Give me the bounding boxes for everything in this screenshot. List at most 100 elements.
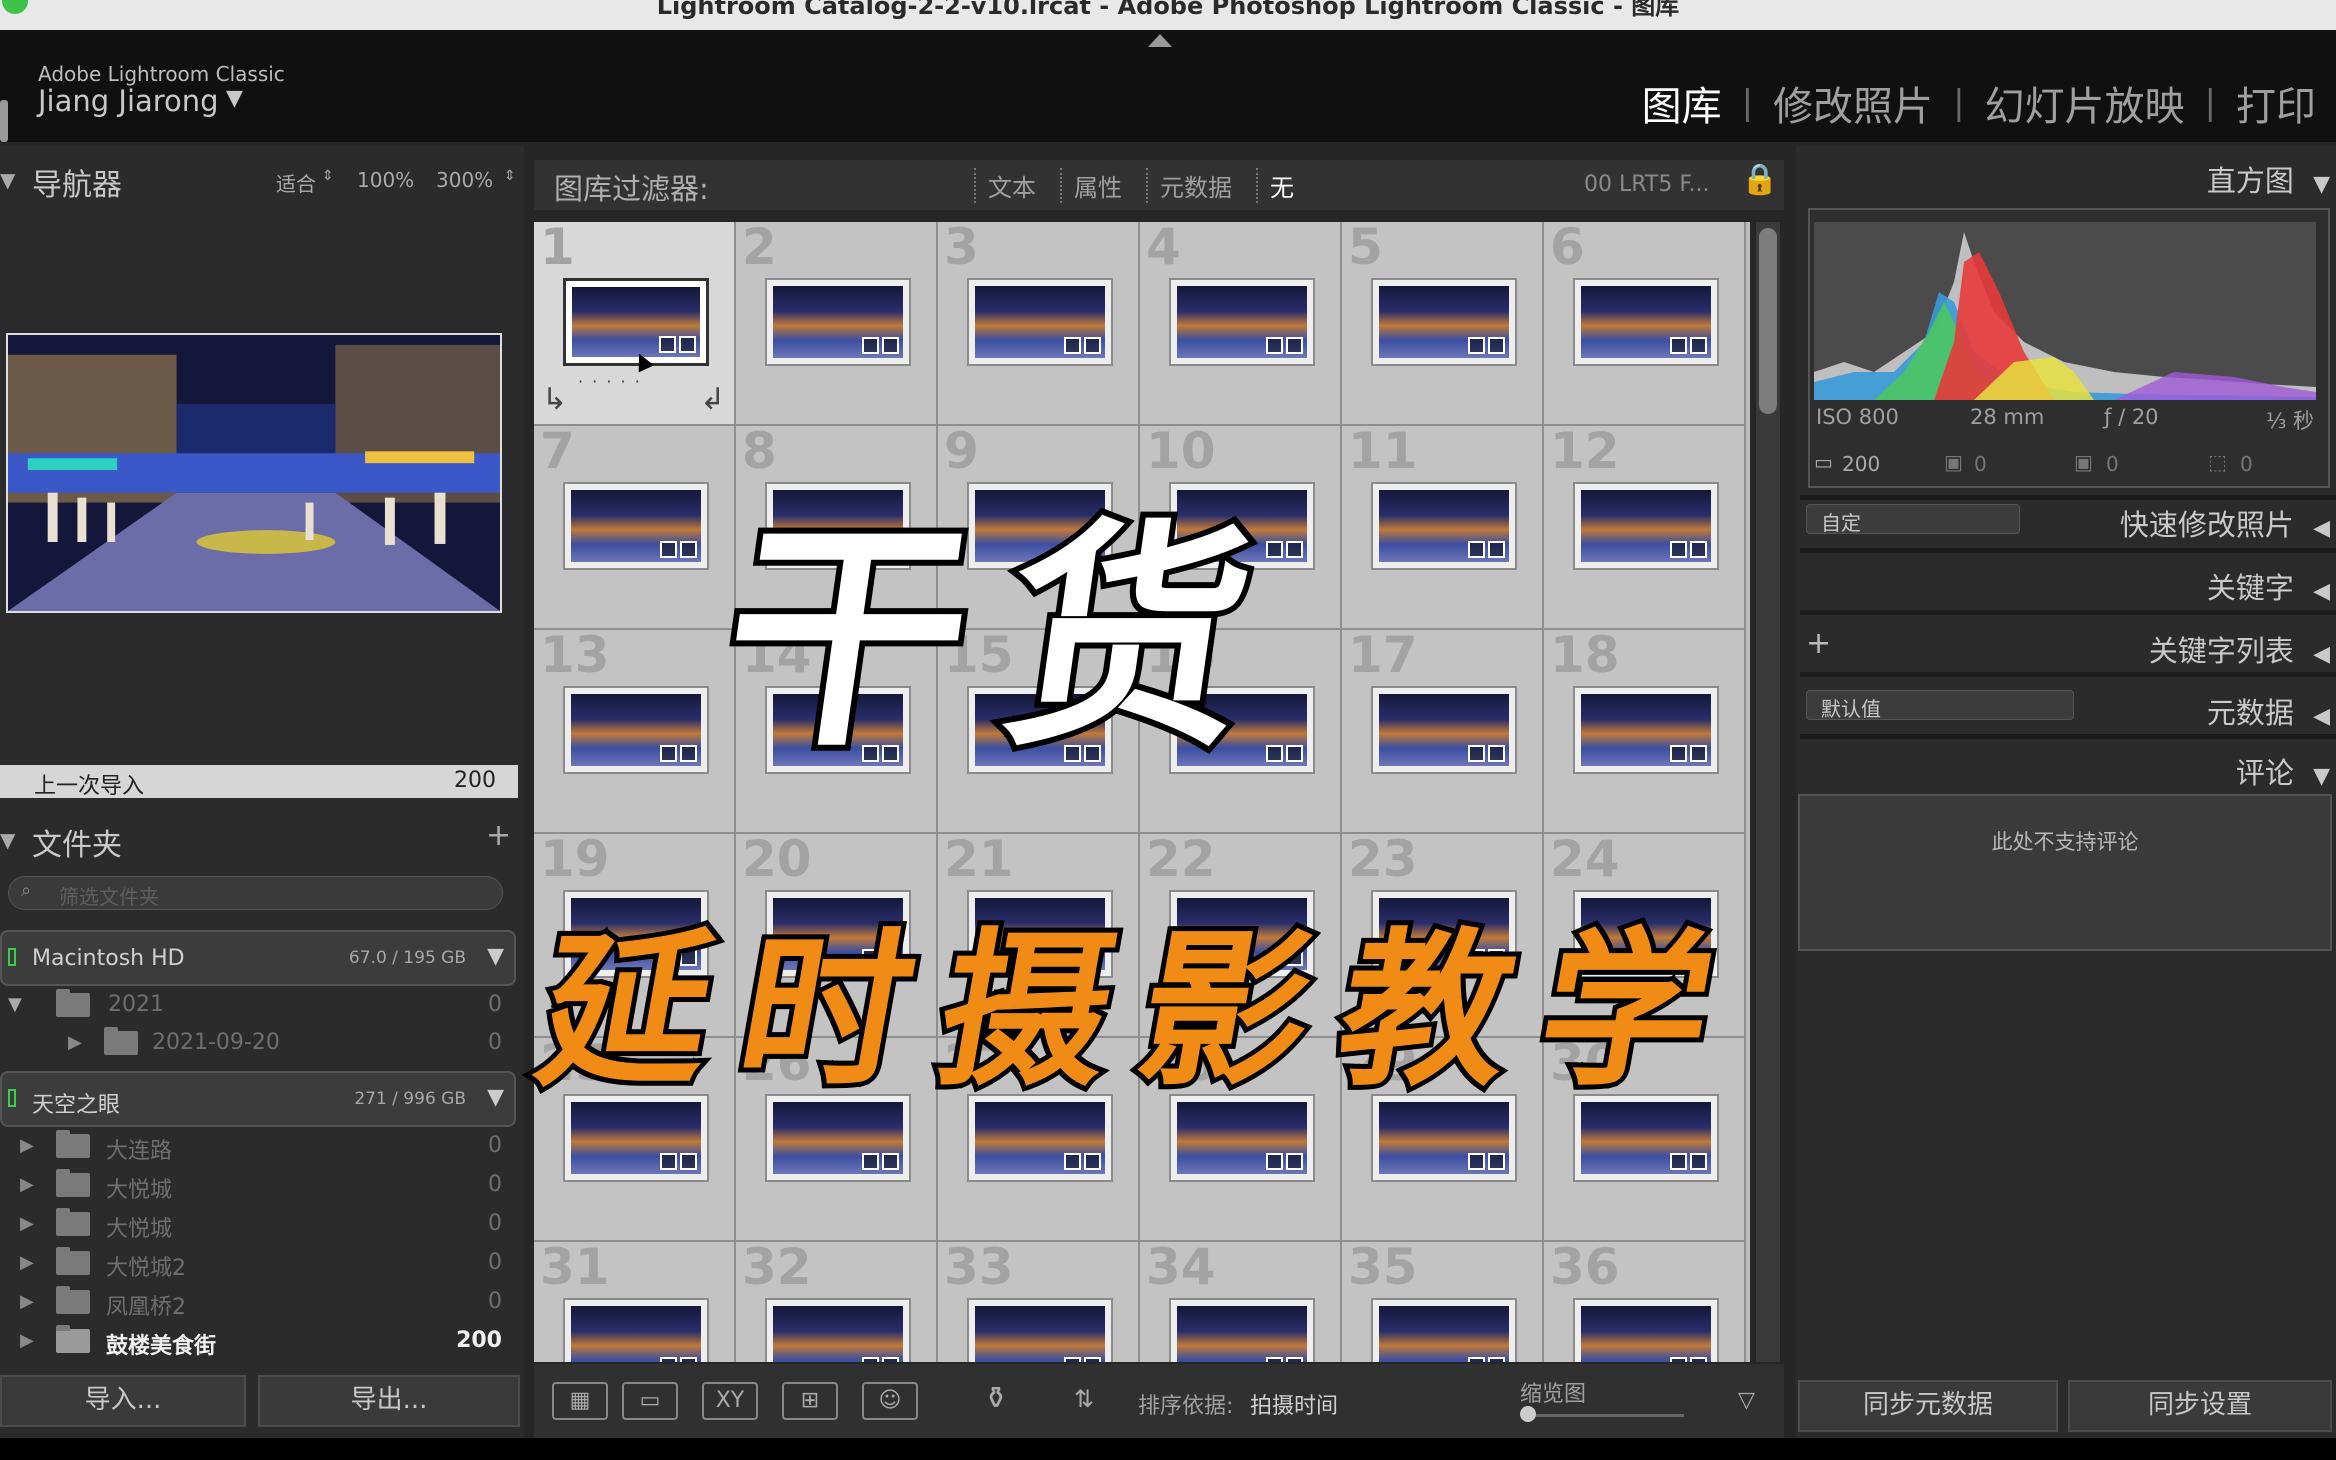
edited-badge-icon[interactable] bbox=[1084, 1153, 1101, 1170]
volume-macintosh-hd[interactable]: Macintosh HD 67.0 / 195 GB ▼ bbox=[0, 930, 516, 986]
photo-thumbnail[interactable] bbox=[765, 278, 911, 366]
chevron-down-icon[interactable]: ▽ bbox=[1738, 1388, 1755, 1413]
folder-row[interactable]: ▶ 凤凰桥2 0 bbox=[0, 1283, 516, 1321]
keyword-list-header[interactable]: 关键字列表 ◀ bbox=[2149, 628, 2330, 670]
rating-dots[interactable]: · · · · · bbox=[578, 372, 642, 391]
disclosure-triangle-icon[interactable]: ▶ bbox=[20, 1252, 34, 1273]
edited-badge-icon[interactable] bbox=[882, 337, 899, 354]
crop-badge-icon[interactable] bbox=[862, 1357, 879, 1362]
grid-cell[interactable]: 31 bbox=[534, 1242, 736, 1362]
metadata-preset-select[interactable]: 默认值 bbox=[1806, 690, 2074, 721]
rotate-left-icon[interactable]: ↳ bbox=[542, 382, 567, 417]
survey-view-icon[interactable]: ⊞ bbox=[782, 1382, 838, 1420]
filter-preset-select[interactable]: 00 LRT5 F... bbox=[1584, 172, 1709, 197]
disclosure-triangle-icon[interactable]: ▶ bbox=[20, 1291, 34, 1312]
loupe-view-icon[interactable]: ▭ bbox=[622, 1382, 678, 1420]
edited-badge-icon[interactable] bbox=[1286, 337, 1303, 354]
grid-cell[interactable]: 11 bbox=[1342, 426, 1544, 630]
disclosure-triangle-icon[interactable]: ▼ bbox=[8, 994, 22, 1015]
photo-thumbnail[interactable] bbox=[563, 1298, 709, 1362]
expand-triangle-icon[interactable]: ◀ bbox=[2313, 704, 2330, 729]
crop-badge-icon[interactable] bbox=[1064, 1357, 1081, 1362]
crop-badge-icon[interactable] bbox=[1670, 745, 1687, 762]
edited-badge-icon[interactable] bbox=[1488, 337, 1505, 354]
crop-badge-icon[interactable] bbox=[660, 1153, 677, 1170]
collapse-top-panel-icon[interactable] bbox=[1148, 34, 1172, 47]
filter-tab-none[interactable]: 无 bbox=[1256, 168, 1306, 203]
edited-badge-icon[interactable] bbox=[680, 745, 697, 762]
folder-row[interactable]: ▼ 2021 0 bbox=[0, 986, 516, 1024]
edited-badge-icon[interactable] bbox=[882, 1357, 899, 1362]
grid-cell[interactable]: 18 bbox=[1544, 630, 1746, 834]
module-slideshow[interactable]: 幻灯片放映 bbox=[1965, 74, 2205, 132]
zoom-fit[interactable]: 适合 bbox=[276, 168, 316, 197]
collapse-triangle-icon[interactable]: ▼ bbox=[2313, 764, 2330, 789]
thumbnail-size-slider[interactable] bbox=[1524, 1414, 1684, 1417]
histogram-chart[interactable] bbox=[1814, 222, 2316, 400]
disclosure-triangle-icon[interactable]: ▶ bbox=[68, 1032, 82, 1053]
photo-thumbnail[interactable] bbox=[967, 278, 1113, 366]
crop-badge-icon[interactable] bbox=[1670, 541, 1687, 558]
grid-cell[interactable]: 3 bbox=[938, 222, 1140, 426]
crop-badge-icon[interactable] bbox=[1064, 337, 1081, 354]
grid-cell[interactable]: 17 bbox=[1342, 630, 1544, 834]
chevron-down-icon[interactable]: ▼ bbox=[487, 944, 504, 969]
disclosure-triangle-icon[interactable]: ▶ bbox=[20, 1135, 34, 1156]
sort-direction-icon[interactable]: ⇅ bbox=[1056, 1382, 1112, 1420]
crop-badge-icon[interactable] bbox=[1670, 1153, 1687, 1170]
grid-cell[interactable]: 5 bbox=[1342, 222, 1544, 426]
crop-badge-icon[interactable] bbox=[1670, 337, 1687, 354]
filter-tab-attribute[interactable]: 属性 bbox=[1060, 168, 1134, 203]
folder-row[interactable]: ▶ 大悦城2 0 bbox=[0, 1244, 516, 1282]
sort-select[interactable]: 拍摄时间 bbox=[1250, 1388, 1338, 1420]
grid-cell[interactable]: 33 bbox=[938, 1242, 1140, 1362]
edited-badge-icon[interactable] bbox=[1690, 1357, 1707, 1362]
navigator-header[interactable]: ▼ 导航器 适合 ⇕ 100% 300% ⇕ bbox=[0, 160, 524, 203]
module-develop[interactable]: 修改照片 bbox=[1753, 74, 1953, 132]
crop-badge-icon[interactable] bbox=[862, 1153, 879, 1170]
zoom-100[interactable]: 100% bbox=[357, 168, 414, 192]
disclosure-triangle-icon[interactable]: ▶ bbox=[20, 1330, 34, 1351]
crop-badge-icon[interactable] bbox=[1468, 541, 1485, 558]
edited-badge-icon[interactable] bbox=[680, 1357, 697, 1362]
quick-develop-header[interactable]: 快速修改照片 ◀ bbox=[2120, 502, 2330, 544]
photo-thumbnail[interactable] bbox=[1573, 1298, 1719, 1362]
crop-badge-icon[interactable] bbox=[1064, 1153, 1081, 1170]
grid-cell[interactable]: 7 bbox=[534, 426, 736, 630]
keywords-header[interactable]: 关键字 ◀ bbox=[2207, 565, 2330, 607]
photo-thumbnail[interactable] bbox=[765, 1298, 911, 1362]
photo-thumbnail[interactable] bbox=[967, 1298, 1113, 1362]
grid-cell[interactable]: 12 bbox=[1544, 426, 1746, 630]
import-button[interactable]: 导入... bbox=[0, 1375, 246, 1427]
filter-tab-text[interactable]: 文本 bbox=[974, 168, 1048, 203]
edited-badge-icon[interactable] bbox=[680, 1153, 697, 1170]
grid-cell[interactable]: 36 bbox=[1544, 1242, 1746, 1362]
disclosure-triangle-icon[interactable]: ▶ bbox=[20, 1174, 34, 1195]
add-keyword-icon[interactable]: + bbox=[1806, 626, 1831, 661]
thumbnail-size-slider-knob[interactable] bbox=[1520, 1406, 1536, 1422]
expand-triangle-icon[interactable]: ◀ bbox=[2313, 516, 2330, 541]
compare-view-icon[interactable]: XY bbox=[702, 1382, 758, 1420]
grid-cell[interactable]: 1 · · · · · ↳ ↲ ▲ bbox=[534, 222, 736, 426]
grid-cell[interactable]: 13 bbox=[534, 630, 736, 834]
folders-header[interactable]: ▼ 文件夹 + bbox=[0, 818, 524, 863]
photo-thumbnail[interactable] bbox=[1573, 686, 1719, 774]
photo-thumbnail[interactable] bbox=[1371, 482, 1517, 570]
edited-badge-icon[interactable] bbox=[1084, 337, 1101, 354]
export-button[interactable]: 导出... bbox=[258, 1375, 520, 1427]
collapse-triangle-icon[interactable]: ▼ bbox=[0, 828, 15, 852]
photo-thumbnail[interactable] bbox=[1371, 278, 1517, 366]
edited-badge-icon[interactable] bbox=[1286, 745, 1303, 762]
crop-badge-icon[interactable] bbox=[660, 1357, 677, 1362]
grid-cell[interactable]: 2 bbox=[736, 222, 938, 426]
edited-badge-icon[interactable] bbox=[1286, 1153, 1303, 1170]
expand-triangle-icon[interactable]: ◀ bbox=[2313, 642, 2330, 667]
panel-toggle-icon[interactable] bbox=[0, 100, 8, 142]
photo-thumbnail[interactable] bbox=[1573, 482, 1719, 570]
photo-thumbnail[interactable] bbox=[1169, 278, 1315, 366]
edited-badge-icon[interactable] bbox=[1488, 541, 1505, 558]
photo-thumbnail[interactable] bbox=[1371, 1298, 1517, 1362]
edited-badge-icon[interactable] bbox=[1488, 745, 1505, 762]
edited-badge-icon[interactable] bbox=[679, 336, 696, 353]
navigator-preview[interactable] bbox=[6, 333, 502, 613]
